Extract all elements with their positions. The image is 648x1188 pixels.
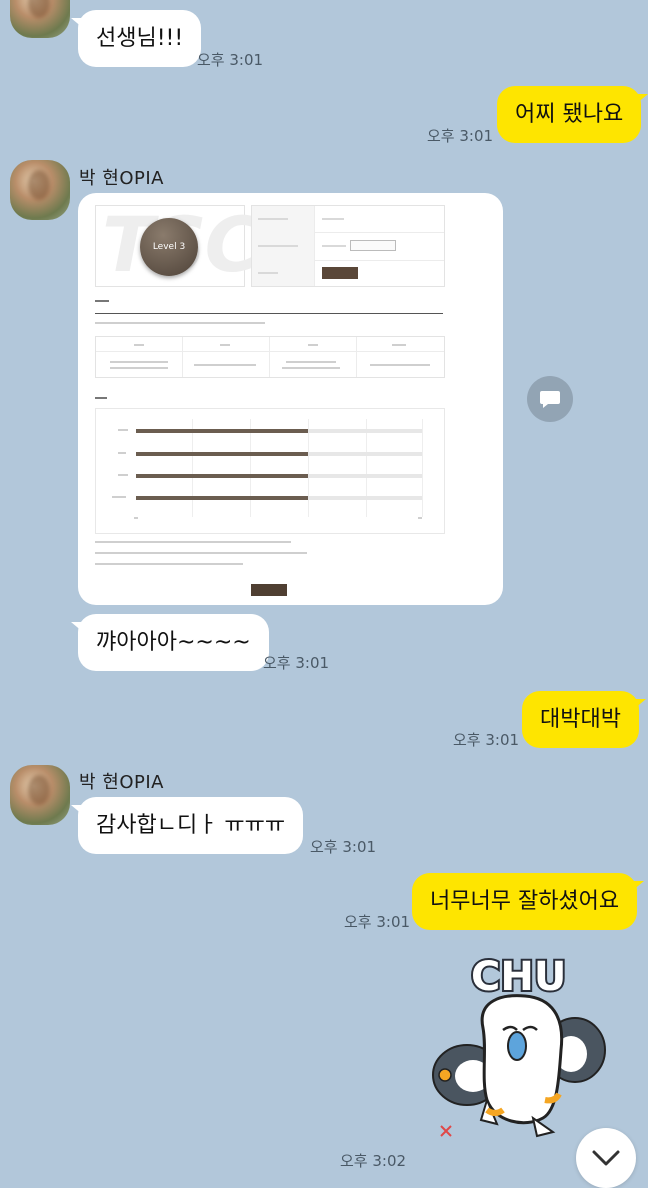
scroll-down-button[interactable] [576, 1128, 636, 1188]
message-time: 오후 3:01 [344, 913, 411, 931]
message-time: 오후 3:01 [197, 51, 264, 69]
sender-name: 박 현OPIA [79, 168, 164, 189]
message-bubble-incoming[interactable]: 꺄아아아~~~~ [71, 614, 269, 671]
sender-avatar[interactable] [10, 160, 70, 220]
score-chart [95, 408, 445, 534]
message-bubble-incoming[interactable]: 감사합ㄴ디ㅏ ㅠㅠㅠ [70, 797, 304, 854]
level-badge-label: Level 3 [152, 242, 186, 252]
share-button[interactable] [527, 376, 573, 422]
message-text: 선생님!!! [96, 25, 184, 51]
info-table [251, 205, 445, 287]
share-icon [540, 391, 560, 408]
score-grid [95, 336, 445, 378]
message-bubble-outgoing[interactable]: 너무너무 잘하셨어요 [412, 873, 645, 930]
message-time: 오후 3:01 [310, 838, 377, 856]
message-text: 꺄아아아~~~~ [96, 629, 251, 655]
message-time: 오후 3:01 [427, 127, 494, 145]
sticker-text: CHU [471, 954, 566, 1000]
sender-avatar[interactable] [10, 0, 70, 38]
chevron-down-icon [592, 1150, 620, 1166]
message-bubble-incoming[interactable]: 선생님!!! [70, 10, 202, 67]
message-text: 감사합ㄴ디ㅏ ㅠㅠㅠ [96, 812, 286, 838]
message-time: 오후 3:01 [453, 731, 520, 749]
sender-name: 박 현OPIA [79, 772, 164, 793]
message-time: 오후 3:02 [340, 1152, 407, 1170]
score-report-image: TSC Level 3 [95, 200, 445, 596]
sender-avatar[interactable] [10, 765, 70, 825]
penguin-sticker-image: CHU [432, 952, 606, 1138]
message-bubble-outgoing[interactable]: 대박대박 [522, 691, 646, 748]
message-bubble-outgoing[interactable]: 어찌 됐나요 [497, 86, 648, 143]
message-time: 오후 3:01 [263, 654, 330, 672]
list-button-image [251, 584, 287, 596]
level-badge: Level 3 [140, 218, 198, 276]
message-text: 너무너무 잘하셨어요 [430, 888, 620, 914]
message-text: 어찌 됐나요 [515, 101, 624, 127]
image-message[interactable]: TSC Level 3 [78, 193, 503, 605]
message-text: 대박대박 [540, 706, 621, 732]
sticker-message[interactable]: CHU [425, 950, 635, 1155]
logo-box: TSC Level 3 [95, 200, 260, 289]
